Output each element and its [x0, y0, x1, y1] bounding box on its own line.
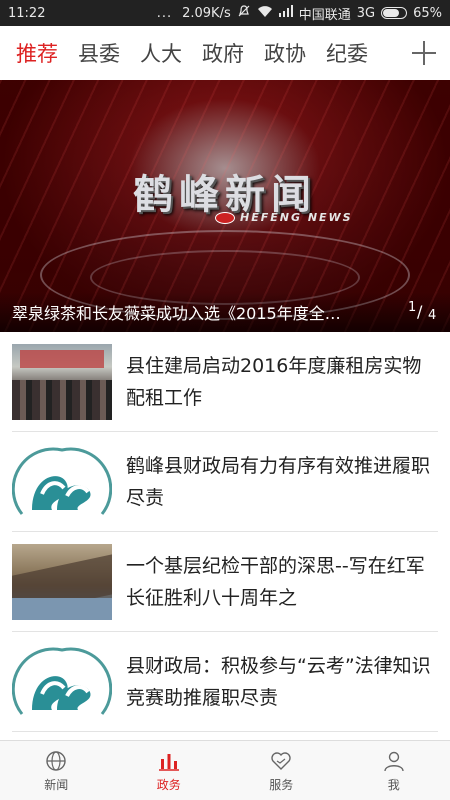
finance-logo-icon: [12, 643, 112, 720]
finance-logo-icon: [12, 443, 112, 520]
nav-services-label: 服务: [269, 777, 294, 792]
banner-caption[interactable]: 翠泉绿茶和长友薇菜成功入选《2015年度全…: [12, 300, 392, 324]
bottom-nav: 新闻 政务 服务 我: [0, 740, 450, 800]
person-icon: [384, 751, 404, 771]
banner-logo-mark-icon: [215, 211, 235, 224]
news-title: 县财政局：积极参与“云考”法律知识竞赛助推履职尽责: [126, 654, 431, 709]
banner-logo-sub-text: HEFENG NEWS: [240, 211, 353, 224]
globe-icon: [46, 750, 66, 771]
wifi-icon: [257, 5, 273, 22]
banner-carousel[interactable]: 鹤峰新闻 HEFENG NEWS 翠泉绿茶和长友薇菜成功入选《2015年度全… …: [0, 80, 450, 332]
nav-news[interactable]: 新闻: [0, 741, 113, 800]
banner-pager: 1 / 4: [408, 300, 438, 324]
nav-news-label: 新闻: [44, 777, 69, 792]
add-tab-plus-icon[interactable]: [404, 33, 444, 73]
tab-peoples-congress[interactable]: 人大: [135, 38, 187, 68]
tab-county-committee[interactable]: 县委: [73, 38, 125, 68]
nav-services[interactable]: 服务: [225, 741, 338, 800]
tab-government[interactable]: 政府: [197, 38, 249, 68]
battery-icon: [381, 7, 408, 19]
status-network: 3G: [356, 5, 376, 21]
banner-page-slash: /: [417, 302, 423, 321]
status-carrier: 中国联通: [298, 7, 351, 23]
news-title: 一个基层纪检干部的深思--写在红军长征胜利八十周年之: [126, 554, 425, 609]
nav-me[interactable]: 我: [338, 741, 450, 800]
nav-me-label: 我: [387, 777, 400, 792]
tab-cppcc[interactable]: 政协: [259, 38, 311, 68]
status-notification-dots: ...: [156, 5, 173, 21]
list-item[interactable]: 一个基层纪检干部的深思--写在红军长征胜利八十周年之: [12, 532, 438, 632]
nav-government-affairs-label: 政务: [156, 777, 181, 792]
news-title: 鹤峰县财政局有力有序有效推进履职尽责: [126, 454, 431, 509]
handshake-heart-icon: [271, 751, 291, 770]
status-battery-percent: 65%: [413, 5, 442, 21]
mute-icon: [237, 4, 251, 22]
banner-caption-bar: 翠泉绿茶和长友薇菜成功入选《2015年度全… 1 / 4: [0, 292, 450, 332]
banner-logo-sub: HEFENG NEWS: [215, 211, 353, 224]
tab-recommend[interactable]: 推荐: [11, 38, 63, 68]
tab-discipline[interactable]: 纪委: [321, 38, 373, 68]
list-item[interactable]: 县财政局：积极参与“云考”法律知识竞赛助推履职尽责: [12, 632, 438, 732]
bar-chart-icon: [158, 753, 179, 771]
status-bar: 11:22 ... 2.09K/s 中国联通 3G 65%: [0, 0, 450, 26]
status-speed: 2.09K/s: [182, 5, 231, 21]
status-time: 11:22: [8, 5, 46, 21]
nav-government-affairs[interactable]: 政务: [113, 741, 226, 800]
list-item[interactable]: 鹤峰县财政局有力有序有效推进履职尽责: [12, 432, 438, 532]
banner-page-current: 1: [408, 300, 417, 315]
news-title: 县住建局启动2016年度廉租房实物配租工作: [126, 354, 422, 409]
banner-page-total: 4: [428, 308, 437, 323]
list-item[interactable]: 县住建局启动2016年度廉租房实物配租工作: [12, 332, 438, 432]
category-tabs: 推荐 县委 人大 政府 政协 纪委: [0, 26, 450, 80]
news-thumbnail: [12, 543, 112, 620]
news-thumbnail: [12, 343, 112, 420]
signal-icon: [278, 5, 293, 21]
news-list: 县住建局启动2016年度廉租房实物配租工作 鹤峰县财政局有力有序有效推进履职尽责…: [0, 332, 450, 732]
